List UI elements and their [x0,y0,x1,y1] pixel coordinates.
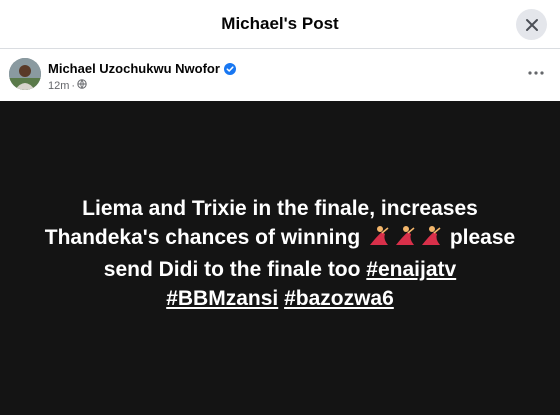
hashtag-link[interactable]: #enaijatv [366,258,456,281]
post-header: Michael Uzochukwu Nwofor 12m · [0,50,560,101]
post-modal-header: Michael's Post [0,0,560,49]
post-text-line: Thandeka's chances of winning [44,225,366,249]
post-text-line: Liema and Trixie in the finale, increase… [82,196,478,220]
hashtag-link[interactable]: #bazozwa6 [284,287,394,310]
post-text-line: send Didi to the finale too [103,257,367,281]
post-timestamp[interactable]: 12m [48,80,69,92]
close-icon [525,18,538,31]
post-content: Liema and Trixie in the finale, increase… [0,101,560,415]
more-options-button[interactable] [522,61,550,85]
modal-title: Michael's Post [221,14,339,33]
author-name[interactable]: Michael Uzochukwu Nwofor [48,61,220,76]
globe-icon [77,79,87,92]
close-button[interactable] [516,9,547,40]
post-text: Liema and Trixie in the finale, increase… [20,194,540,313]
meta-separator: · [71,79,76,92]
post-text-line: please [444,225,516,249]
avatar[interactable] [9,58,41,90]
verified-badge-icon [223,62,236,75]
hashtag-link[interactable]: #BBMzansi [166,287,278,310]
dancing-woman-emoji-icon [366,225,444,255]
more-horizontal-icon [528,71,544,75]
